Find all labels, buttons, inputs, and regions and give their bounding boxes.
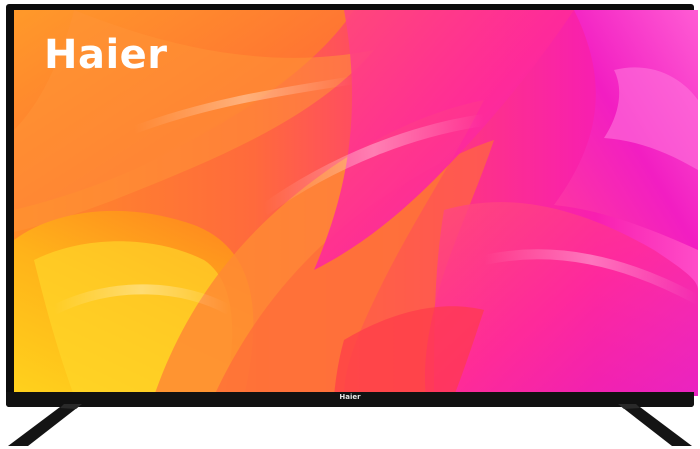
screen-brand-logo: Haier xyxy=(44,32,168,78)
left-stand-foot xyxy=(8,404,82,446)
tv-product-image: Haier Haier xyxy=(0,0,700,449)
bezel-brand-logo: Haier xyxy=(339,393,361,401)
bottom-bezel: Haier xyxy=(6,392,694,407)
tv-frame: Haier xyxy=(6,4,698,407)
right-stand-foot xyxy=(618,404,692,446)
tv-screen: Haier xyxy=(14,10,698,396)
